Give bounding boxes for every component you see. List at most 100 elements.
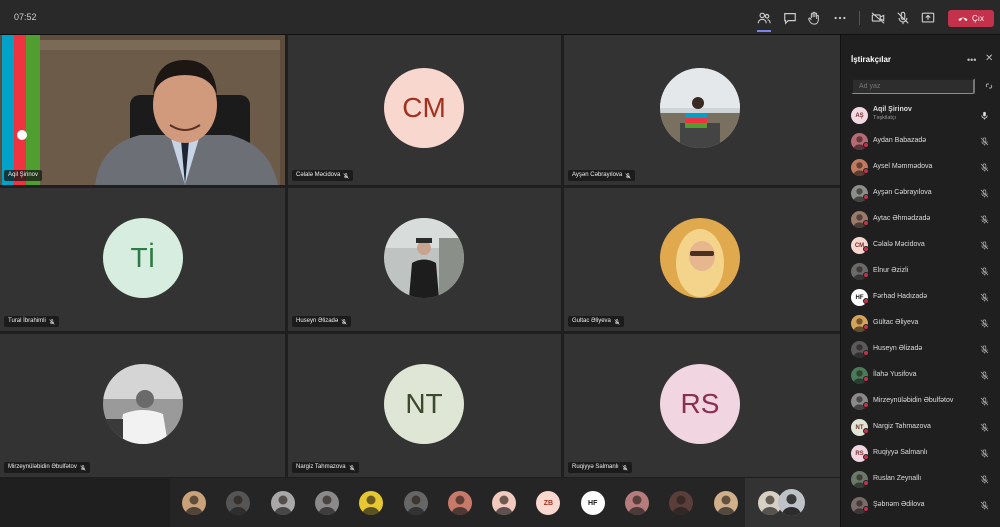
overflow-participant-avatar[interactable]: HF [580, 491, 605, 515]
more-icon[interactable] [832, 10, 848, 26]
leave-button[interactable]: Çıx [948, 10, 994, 27]
participant-name: Nargiz Tahmazova [296, 464, 346, 470]
participant-name: Nargiz Tahmazova [873, 423, 931, 430]
more-icon[interactable]: ••• [967, 55, 976, 65]
participant-name: Ayşən Cəbrayılova [572, 172, 623, 178]
video-tile-ruqiyye[interactable]: RS Ruqiyyə Salmanlı [564, 334, 840, 477]
raise-hand-icon[interactable] [806, 10, 822, 26]
participant-row[interactable]: Ruslan Zeynallı [841, 466, 1000, 492]
mic-off-icon[interactable] [980, 449, 989, 458]
mic-off-icon[interactable] [980, 293, 989, 302]
participant-name: Şəbnəm Ədilova [873, 501, 925, 508]
participant-row[interactable]: Elnur Əzizli [841, 258, 1000, 284]
meeting-timer: 07:52 [14, 12, 37, 22]
participant-nametag: Tural İbrahimli [4, 316, 59, 327]
participant-row[interactable]: İlahə Yusifova [841, 362, 1000, 388]
mic-off-icon[interactable] [895, 10, 911, 26]
mic-off-icon[interactable] [980, 137, 989, 146]
participant-row[interactable]: NT Nargiz Tahmazova [841, 414, 1000, 440]
active-tab-indicator [757, 30, 771, 32]
participant-search-input[interactable] [851, 78, 975, 94]
avatar-initials: HF [588, 499, 598, 507]
participant-nametag: Cəlalə Məcidova [292, 170, 354, 181]
chat-icon[interactable] [782, 10, 798, 26]
presence-badge [863, 272, 869, 278]
presence-badge [863, 350, 869, 356]
video-tile-tural[interactable]: Tİ Tural İbrahimli [0, 188, 285, 331]
presenter-video [0, 35, 285, 185]
overflow-participant-avatar[interactable] [625, 491, 649, 515]
participant-row[interactable]: Aysel Məmmədova [841, 154, 1000, 180]
mic-off-icon [343, 172, 349, 179]
video-tile-celale[interactable]: CM Cəlalə Məcidova [288, 35, 561, 185]
mic-off-icon[interactable] [980, 345, 989, 354]
presence-badge [863, 246, 869, 252]
mic-off-icon[interactable] [980, 423, 989, 432]
participant-row[interactable]: CM Cəlalə Məcidova [841, 232, 1000, 258]
participant-name: Gültac Əliyeva [873, 319, 919, 326]
avatar-initials: AŞ [855, 112, 864, 119]
participant-row[interactable]: RS Ruqiyyə Salmanlı [841, 440, 1000, 466]
mic-off-icon [341, 318, 347, 325]
mic-off-icon[interactable] [980, 189, 989, 198]
initials-avatar: NT [384, 364, 464, 444]
video-tile-huseyn[interactable]: Huseyn Əlizadə [288, 188, 561, 331]
overflow-participant-avatar[interactable] [447, 491, 472, 515]
participant-row[interactable]: Ayşən Cəbrayılova [841, 180, 1000, 206]
presence-badge [863, 402, 869, 408]
video-tile-aqil[interactable]: Aqil Şirinov [0, 35, 285, 185]
participant-row[interactable]: Gültac Əliyeva [841, 310, 1000, 336]
presence-badge [863, 506, 869, 512]
mic-off-icon [49, 318, 55, 325]
mic-off-icon[interactable] [980, 475, 989, 484]
leave-label: Çıx [972, 14, 984, 23]
video-tile-nargiz[interactable]: NT Nargiz Tahmazova [288, 334, 561, 477]
participant-row[interactable]: Aydan Babazadə [841, 128, 1000, 154]
profile-photo [660, 218, 740, 298]
close-icon[interactable]: ✕ [985, 53, 993, 64]
presence-badge [863, 428, 869, 434]
profile-photo [660, 68, 740, 148]
mic-off-icon[interactable] [980, 163, 989, 172]
overflow-participant-avatar[interactable] [270, 491, 295, 515]
participant-row[interactable]: AŞ Aqil Şirinov Təşkilatçı [841, 102, 1000, 128]
mic-icon[interactable] [980, 111, 989, 120]
participant-row[interactable]: Şəbnəm Ədilova [841, 492, 1000, 518]
share-invite-icon[interactable] [984, 81, 994, 91]
participant-name: Aqil Şirinov [873, 106, 912, 113]
share-screen-icon[interactable] [920, 10, 936, 26]
overflow-participant-avatar[interactable] [314, 491, 339, 515]
mic-off-icon[interactable] [980, 501, 989, 510]
mic-off-icon[interactable] [980, 397, 989, 406]
mic-off-icon [80, 464, 86, 471]
overflow-participant-avatar[interactable] [492, 491, 517, 515]
mic-off-icon[interactable] [980, 371, 989, 380]
mic-off-icon [622, 464, 628, 471]
participants-icon[interactable] [756, 10, 772, 26]
participant-name: Mirzeynüləbidin Əbulfətov [873, 397, 954, 404]
participant-row[interactable]: HF Fərhad Hadızadə [841, 284, 1000, 310]
participant-row[interactable]: Mirzeynüləbidin Əbulfətov [841, 388, 1000, 414]
initials-avatar: CM [384, 68, 464, 148]
participant-name: İlahə Yusifova [873, 371, 917, 378]
video-tile-aysen[interactable]: Ayşən Cəbrayılova [564, 35, 840, 185]
presence-badge [863, 168, 869, 174]
overflow-participant-avatar[interactable] [713, 491, 738, 515]
participant-name: Huseyn Əlizadə [296, 318, 339, 324]
phone-hangup-icon [958, 17, 968, 21]
participant-row[interactable]: Huseyn Əlizadə [841, 336, 1000, 362]
profile-photo [384, 218, 464, 298]
overflow-participant-avatar[interactable] [403, 491, 428, 515]
video-tile-gultac[interactable]: Gultac Əliyeva [564, 188, 840, 331]
camera-off-icon[interactable] [870, 10, 886, 26]
overflow-participant-avatar[interactable] [359, 491, 384, 515]
video-tile-mirzeynul[interactable]: Mirzeynüləbidin Əbulfətov [0, 334, 285, 477]
overflow-participant-avatar[interactable] [182, 491, 206, 515]
mic-off-icon[interactable] [980, 241, 989, 250]
participant-row[interactable]: Aytac Əhmədzadə [841, 206, 1000, 232]
mic-off-icon[interactable] [980, 215, 989, 224]
participant-name: Aydan Babazadə [873, 137, 927, 144]
mic-off-icon[interactable] [980, 267, 989, 276]
mic-off-icon[interactable] [980, 319, 989, 328]
participant-name: Ruqiyyə Salmanlı [873, 449, 928, 456]
